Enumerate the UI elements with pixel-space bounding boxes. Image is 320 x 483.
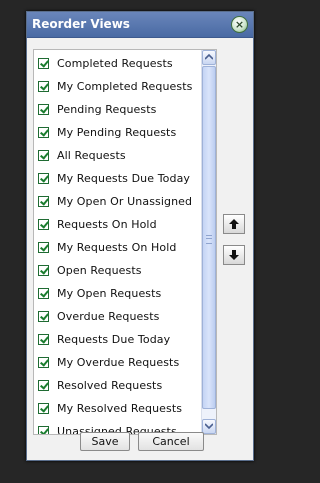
views-list-items: Completed Requests My Completed Requests P…: [34, 50, 200, 434]
view-checkbox[interactable]: [38, 264, 49, 276]
view-checkbox[interactable]: [38, 149, 49, 161]
view-label: Overdue Requests: [57, 309, 160, 323]
view-list-item[interactable]: My Pending Requests: [38, 122, 200, 142]
view-list-item[interactable]: Completed Requests: [38, 53, 200, 73]
view-label: My Open Requests: [57, 286, 162, 300]
view-checkbox[interactable]: [38, 103, 49, 115]
view-checkbox[interactable]: [38, 218, 49, 230]
view-checkbox[interactable]: [38, 172, 49, 184]
view-label: My Requests On Hold: [57, 240, 177, 254]
dialog-titlebar[interactable]: Reorder Views ×: [27, 12, 253, 38]
move-up-button[interactable]: [223, 214, 245, 234]
view-list-item[interactable]: Open Requests: [38, 260, 200, 280]
views-list[interactable]: Completed Requests My Completed Requests P…: [33, 49, 217, 435]
view-list-item[interactable]: My Open Or Unassigned: [38, 191, 200, 211]
view-list-item[interactable]: Requests On Hold: [38, 214, 200, 234]
view-checkbox[interactable]: [38, 310, 49, 322]
view-list-item[interactable]: My Requests Due Today: [38, 168, 200, 188]
view-checkbox[interactable]: [38, 57, 49, 69]
view-checkbox[interactable]: [38, 356, 49, 368]
view-list-item[interactable]: Resolved Requests: [38, 375, 200, 395]
view-list-item[interactable]: All Requests: [38, 145, 200, 165]
move-down-button[interactable]: [223, 245, 245, 265]
scrollbar-grip-icon: [206, 235, 212, 244]
views-list-scrollbar[interactable]: [201, 50, 216, 434]
scroll-down-icon[interactable]: [202, 419, 216, 434]
view-list-item[interactable]: My Requests On Hold: [38, 237, 200, 257]
view-list-item[interactable]: My Resolved Requests: [38, 398, 200, 418]
reorder-views-dialog: Reorder Views × Completed Requests My Com…: [26, 11, 254, 461]
view-label: Completed Requests: [57, 56, 173, 70]
view-label: My Open Or Unassigned: [57, 194, 193, 208]
cancel-button[interactable]: Cancel: [138, 432, 204, 451]
view-label: Requests Due Today: [57, 332, 171, 346]
view-checkbox[interactable]: [38, 80, 49, 92]
scrollbar-thumb[interactable]: [202, 66, 216, 409]
view-label: My Resolved Requests: [57, 401, 183, 415]
scroll-up-icon[interactable]: [202, 50, 216, 65]
view-list-item[interactable]: My Completed Requests: [38, 76, 200, 96]
view-checkbox[interactable]: [38, 195, 49, 207]
view-label: All Requests: [57, 148, 126, 162]
view-label: My Completed Requests: [57, 79, 193, 93]
view-checkbox[interactable]: [38, 402, 49, 414]
view-label: My Pending Requests: [57, 125, 177, 139]
view-list-item[interactable]: My Overdue Requests: [38, 352, 200, 372]
view-checkbox[interactable]: [38, 126, 49, 138]
view-label: Open Requests: [57, 263, 142, 277]
view-checkbox[interactable]: [38, 425, 49, 434]
view-label: Requests On Hold: [57, 217, 157, 231]
close-icon[interactable]: ×: [231, 16, 248, 33]
view-list-item[interactable]: My Open Requests: [38, 283, 200, 303]
view-checkbox[interactable]: [38, 333, 49, 345]
view-label: My Requests Due Today: [57, 171, 191, 185]
arrow-up-icon: [229, 219, 239, 229]
view-list-item[interactable]: Requests Due Today: [38, 329, 200, 349]
view-list-item[interactable]: Pending Requests: [38, 99, 200, 119]
dialog-title: Reorder Views: [32, 17, 130, 31]
arrow-down-icon: [229, 250, 239, 260]
view-label: My Overdue Requests: [57, 355, 180, 369]
view-label: Pending Requests: [57, 102, 157, 116]
view-list-item[interactable]: Overdue Requests: [38, 306, 200, 326]
save-button[interactable]: Save: [80, 432, 130, 451]
view-checkbox[interactable]: [38, 287, 49, 299]
view-checkbox[interactable]: [38, 379, 49, 391]
view-checkbox[interactable]: [38, 241, 49, 253]
view-label: Resolved Requests: [57, 378, 163, 392]
